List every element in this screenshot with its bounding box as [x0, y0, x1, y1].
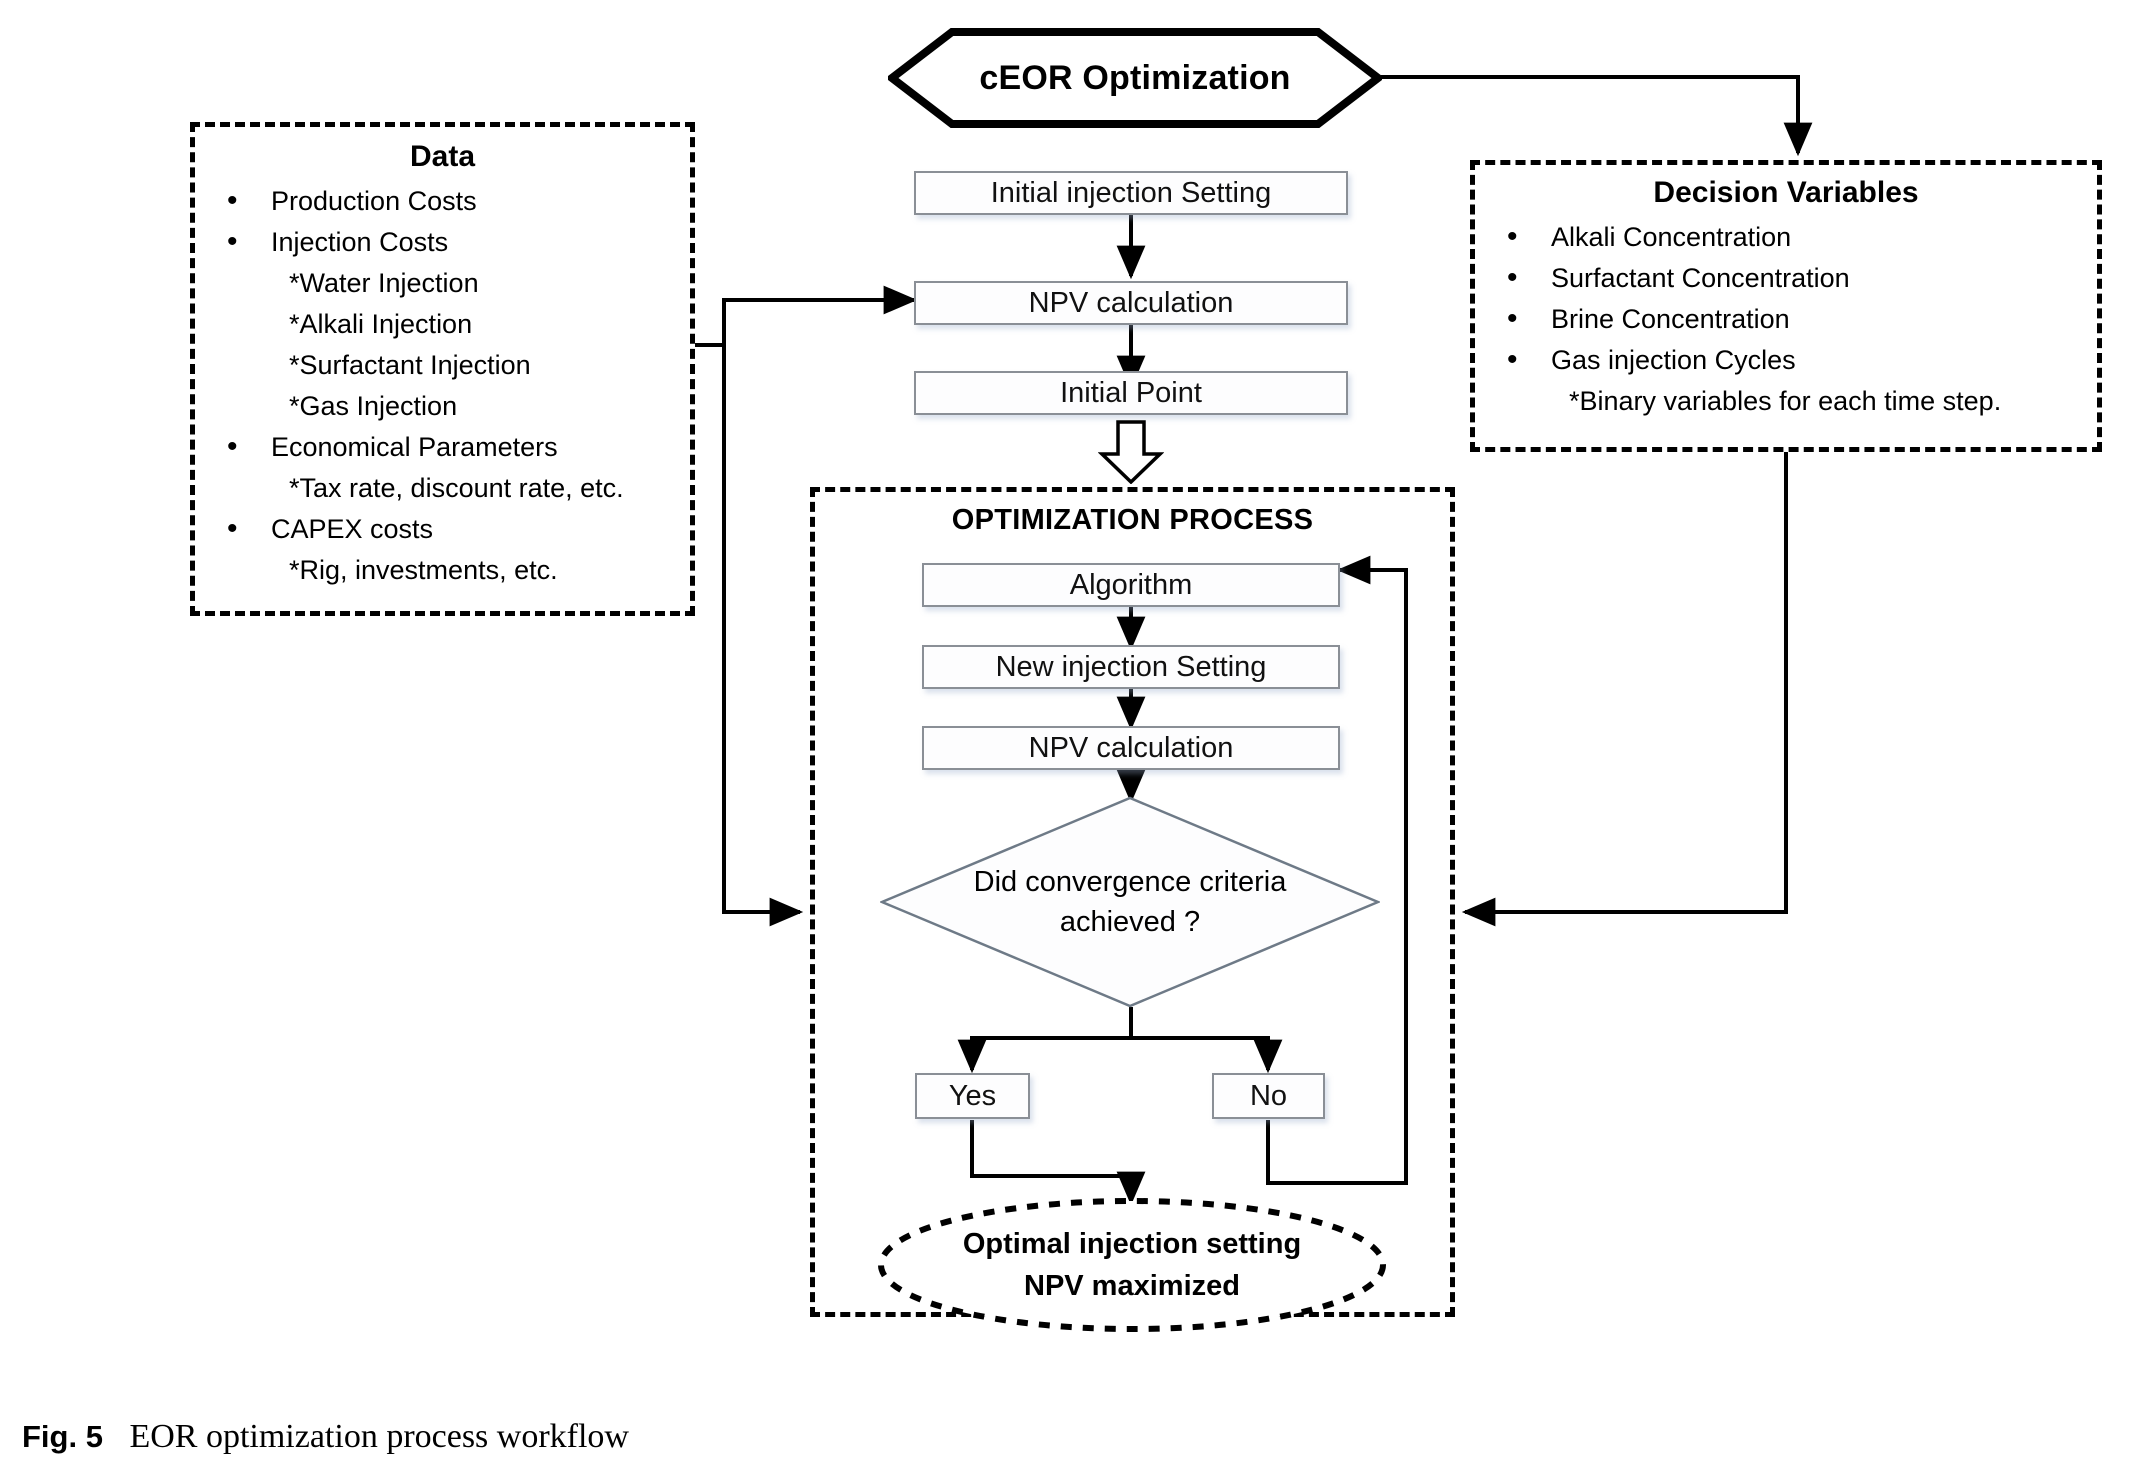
initial-point-label: Initial Point	[1060, 376, 1202, 409]
initial-point-box[interactable]: Initial Point	[914, 371, 1348, 415]
no-box[interactable]: No	[1212, 1073, 1325, 1119]
block-arrow-down-icon	[1097, 420, 1165, 485]
decision-line-2: achieved ?	[1059, 906, 1201, 938]
optimal-result-label: Optimal injection setting NPV maximized	[876, 1196, 1388, 1334]
arrow-data-to-optimization	[722, 345, 804, 927]
list-item: *Binary variables for each time step.	[1569, 385, 2002, 416]
list-item: CAPEX costs	[195, 508, 690, 550]
list-item: *Water Injection	[289, 267, 479, 298]
list-item: *Surfactant Injection	[289, 349, 531, 380]
convergence-decision-diamond[interactable]: Did convergence criteria achieved ?	[878, 796, 1382, 1008]
no-label: No	[1249, 1079, 1288, 1112]
algorithm-label: Algorithm	[1069, 568, 1193, 601]
yes-box[interactable]: Yes	[915, 1073, 1030, 1119]
arrow-start-to-decision-variables	[1381, 75, 1813, 157]
decision-variables-list: Alkali Concentration Surfactant Concentr…	[1475, 216, 2097, 422]
decision-variables-title: Decision Variables	[1653, 176, 1919, 209]
figure-label: Fig. 5	[22, 1419, 103, 1454]
npv-calculation-box[interactable]: NPV calculation	[914, 281, 1348, 325]
start-hexagon-label: cEOR Optimization	[979, 58, 1291, 97]
list-item: Alkali Concentration	[1475, 216, 2097, 258]
start-hexagon[interactable]: cEOR Optimization	[885, 28, 1385, 128]
npv-calculation-label: NPV calculation	[1028, 286, 1234, 319]
list-item: *Rig, investments, etc.	[289, 554, 558, 585]
list-item: Economical Parameters	[195, 426, 690, 468]
list-item: Injection Costs	[195, 221, 690, 263]
list-item: Gas injection Cycles	[1475, 339, 2097, 381]
algorithm-box[interactable]: Algorithm	[922, 563, 1340, 607]
data-panel-list: Production Costs Injection Costs *Water …	[195, 180, 690, 591]
new-injection-setting-label: New injection Setting	[995, 650, 1267, 683]
optimal-result-ellipse: Optimal injection setting NPV maximized	[876, 1196, 1388, 1334]
result-line-2: NPV maximized	[1024, 1270, 1240, 1302]
convergence-decision-label: Did convergence criteria achieved ?	[940, 796, 1320, 1008]
list-item: Brine Concentration	[1475, 298, 2097, 340]
npv-calculation-box-2[interactable]: NPV calculation	[922, 726, 1340, 770]
list-item: *Alkali Injection	[289, 308, 473, 339]
initial-injection-setting-box[interactable]: Initial injection Setting	[914, 171, 1348, 215]
figure-caption: Fig. 5 EOR optimization process workflow	[22, 1418, 629, 1456]
figure-caption-text: EOR optimization process workflow	[129, 1418, 629, 1455]
figure-canvas: Data Production Costs Injection Costs *W…	[0, 0, 2140, 1470]
list-item: *Gas Injection	[289, 390, 458, 421]
optimization-process-title: OPTIMIZATION PROCESS	[951, 504, 1314, 536]
decision-line-1: Did convergence criteria	[973, 866, 1287, 898]
npv-calculation-label-2: NPV calculation	[1028, 731, 1234, 764]
list-item: Production Costs	[195, 180, 690, 222]
list-item: Surfactant Concentration	[1475, 257, 2097, 299]
data-panel-title: Data	[409, 140, 476, 173]
decision-variables-panel: Decision Variables Alkali Concentration …	[1470, 160, 2102, 452]
result-line-1: Optimal injection setting	[962, 1228, 1302, 1260]
arrow-decision-variables-to-optimization	[1461, 452, 1788, 927]
yes-label: Yes	[948, 1079, 997, 1112]
list-item: *Tax rate, discount rate, etc.	[289, 472, 624, 503]
initial-injection-setting-label: Initial injection Setting	[990, 176, 1272, 209]
new-injection-setting-box[interactable]: New injection Setting	[922, 645, 1340, 689]
arrow-data-to-npv	[695, 285, 918, 347]
data-panel: Data Production Costs Injection Costs *W…	[190, 122, 695, 616]
